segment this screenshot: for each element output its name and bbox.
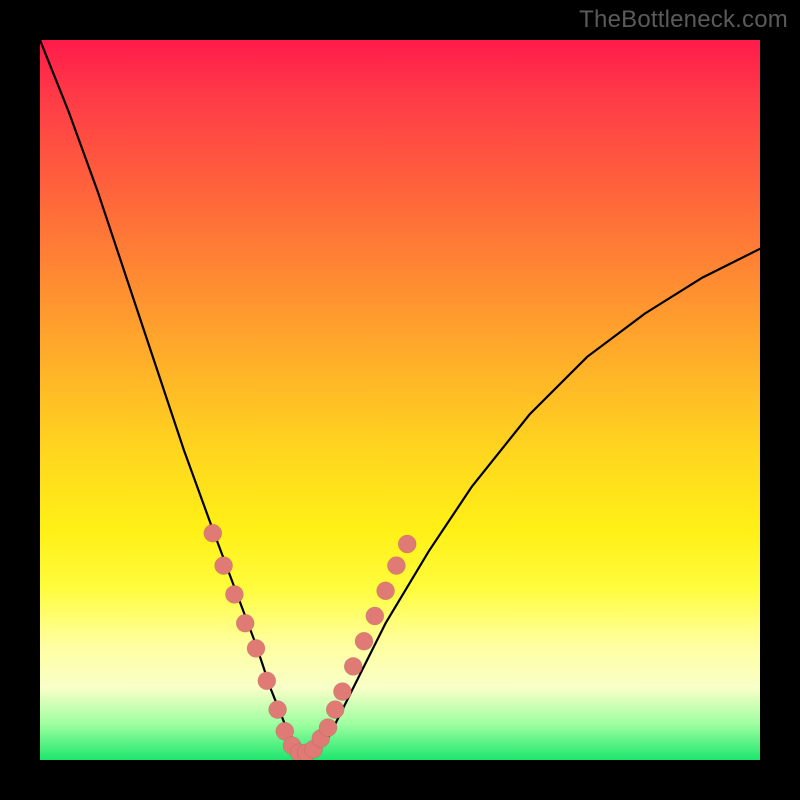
data-marker <box>326 701 344 719</box>
data-marker <box>344 657 362 675</box>
stage: TheBottleneck.com <box>0 0 800 800</box>
data-marker <box>398 535 416 553</box>
data-marker <box>269 701 287 719</box>
chart-svg <box>40 40 760 760</box>
marker-layer <box>204 524 416 760</box>
data-marker <box>355 632 373 650</box>
data-marker <box>333 683 351 701</box>
watermark-text: TheBottleneck.com <box>579 6 788 34</box>
data-marker <box>236 614 254 632</box>
data-marker <box>247 639 265 657</box>
data-marker <box>215 557 233 575</box>
data-marker <box>258 672 276 690</box>
data-marker <box>204 524 222 542</box>
plot-area <box>40 40 760 760</box>
data-marker <box>225 585 243 603</box>
data-marker <box>319 719 337 737</box>
curve-layer <box>40 40 760 753</box>
data-marker <box>387 557 405 575</box>
bottleneck-curve <box>40 40 760 753</box>
data-marker <box>377 582 395 600</box>
data-marker <box>366 607 384 625</box>
